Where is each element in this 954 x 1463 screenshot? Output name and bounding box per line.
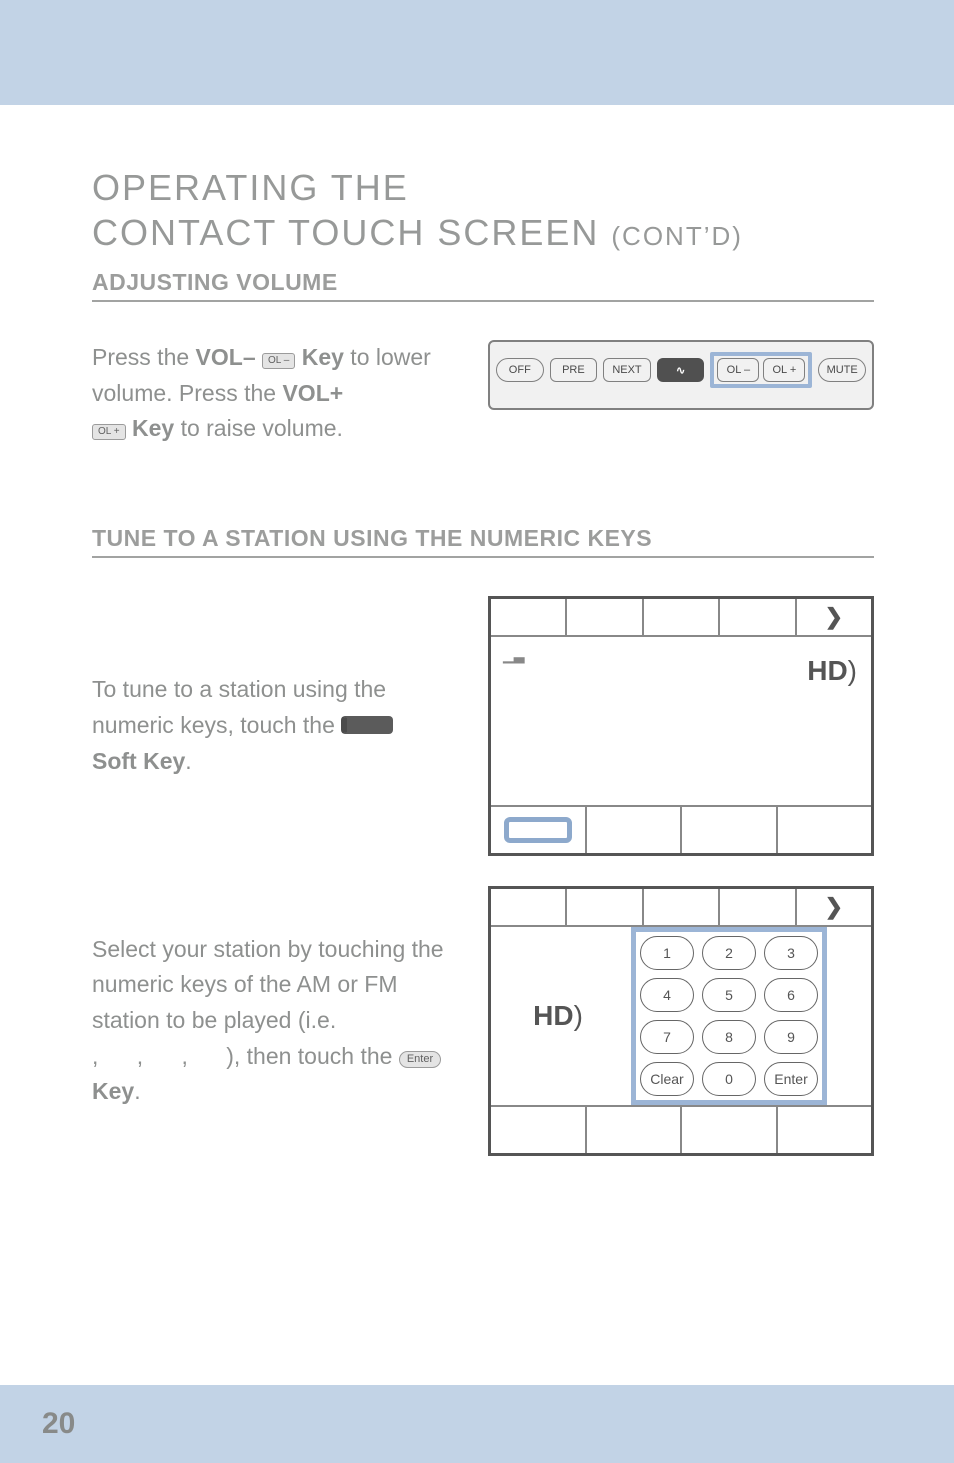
- subheading-tune-numeric: TUNE TO A STATION USING THE NUMERIC KEYS: [92, 525, 874, 558]
- softkey-highlight: [504, 817, 572, 843]
- keypad-wrap: 1 2 3 4 5 6 7 8 9 Clear 0 Enter: [631, 927, 827, 1105]
- key-6[interactable]: 6: [764, 978, 818, 1012]
- title-line2: CONTACT TOUCH SCREEN (CONT’D): [92, 210, 874, 255]
- page-title: OPERATING THE CONTACT TOUCH SCREEN (CONT…: [92, 165, 874, 255]
- hd-icon: HD): [533, 1000, 583, 1031]
- footer-band: 20: [0, 1385, 954, 1463]
- tab[interactable]: [720, 599, 796, 635]
- key-label: Key: [132, 415, 174, 441]
- pre-button[interactable]: PRE: [550, 358, 598, 382]
- page-content: OPERATING THE CONTACT TOUCH SCREEN (CONT…: [0, 105, 954, 1156]
- ol-plus-inline-key: OL +: [92, 424, 126, 440]
- key-3[interactable]: 3: [764, 936, 818, 970]
- tab[interactable]: [644, 889, 720, 925]
- wave-button[interactable]: ∿: [657, 358, 705, 382]
- page-number: 20: [42, 1407, 75, 1441]
- mute-button[interactable]: MUTE: [818, 358, 866, 382]
- hd-icon: HD): [807, 655, 857, 687]
- screen-soft-row: [491, 1107, 871, 1153]
- tab[interactable]: [644, 599, 720, 635]
- screen-tabs: ❯: [491, 889, 871, 927]
- wave-icon: ∿: [676, 364, 685, 377]
- key-2[interactable]: 2: [702, 936, 756, 970]
- tab[interactable]: [491, 889, 567, 925]
- key-enter[interactable]: Enter: [764, 1062, 818, 1096]
- key-4[interactable]: 4: [640, 978, 694, 1012]
- key-9[interactable]: 9: [764, 1020, 818, 1054]
- ol-minus-button[interactable]: OL –: [717, 358, 759, 382]
- softkey-cell[interactable]: [491, 807, 587, 853]
- key-label: Key: [302, 344, 344, 370]
- ol-plus-button[interactable]: OL +: [763, 358, 805, 382]
- title-line1: OPERATING THE: [92, 165, 874, 210]
- volume-text: Press the VOL– OL – Key to lower volume.…: [92, 340, 448, 447]
- key-8[interactable]: 8: [702, 1020, 756, 1054]
- screen-illustration-softkey: ❯ ▁▃ HD): [488, 596, 874, 856]
- key-5[interactable]: 5: [702, 978, 756, 1012]
- key-label: Key: [92, 1078, 134, 1104]
- softkey-cell[interactable]: [682, 1107, 778, 1153]
- next-button[interactable]: NEXT: [603, 358, 651, 382]
- key-1[interactable]: 1: [640, 936, 694, 970]
- soft-key-icon: [341, 716, 393, 734]
- tab[interactable]: [720, 889, 796, 925]
- volume-highlight: OL – OL +: [710, 352, 812, 388]
- keypad-highlight: 1 2 3 4 5 6 7 8 9 Clear 0 Enter: [631, 927, 827, 1105]
- tab[interactable]: [567, 889, 643, 925]
- keypad-left-col: HD): [503, 1000, 613, 1032]
- softkey-cell[interactable]: [587, 1107, 683, 1153]
- subheading-adjusting-volume: ADJUSTING VOLUME: [92, 269, 874, 302]
- softkey-cell[interactable]: [778, 1107, 872, 1153]
- screen-tabs: ❯: [491, 599, 871, 637]
- tab[interactable]: [567, 599, 643, 635]
- next-arrow-icon[interactable]: ❯: [797, 889, 871, 925]
- ol-minus-inline-key: OL –: [262, 353, 295, 369]
- numeric-row-2: Select your station by touching the nume…: [92, 886, 874, 1156]
- tab[interactable]: [491, 599, 567, 635]
- volume-row: Press the VOL– OL – Key to lower volume.…: [92, 340, 874, 447]
- screen-body-keypad: HD) 1 2 3 4 5 6 7 8 9: [491, 927, 871, 1107]
- softkey-cell[interactable]: [778, 807, 872, 853]
- softkey-cell[interactable]: [587, 807, 683, 853]
- softkey-cell[interactable]: [491, 1107, 587, 1153]
- screen-illustration-keypad: ❯ HD) 1 2 3 4 5 6 7: [488, 886, 874, 1156]
- key-clear[interactable]: Clear: [640, 1062, 694, 1096]
- header-band: [0, 0, 954, 105]
- enter-inline-key: Enter: [399, 1051, 441, 1068]
- keypad: 1 2 3 4 5 6 7 8 9 Clear 0 Enter: [640, 936, 818, 1096]
- key-7[interactable]: 7: [640, 1020, 694, 1054]
- numeric-text-1: To tune to a station using the numeric k…: [92, 672, 448, 779]
- screen-soft-row: [491, 807, 871, 853]
- softkey-cell[interactable]: [682, 807, 778, 853]
- numeric-text-2: Select your station by touching the nume…: [92, 932, 448, 1110]
- off-button[interactable]: OFF: [496, 358, 544, 382]
- key-0[interactable]: 0: [702, 1062, 756, 1096]
- screen-body: ▁▃ HD): [491, 637, 871, 807]
- next-arrow-icon[interactable]: ❯: [797, 599, 871, 635]
- numeric-row-1: To tune to a station using the numeric k…: [92, 596, 874, 856]
- volume-bar-illustration: OFF PRE NEXT ∿ OL – OL + MUTE: [488, 340, 874, 410]
- signal-icon: ▁▃: [503, 647, 525, 664]
